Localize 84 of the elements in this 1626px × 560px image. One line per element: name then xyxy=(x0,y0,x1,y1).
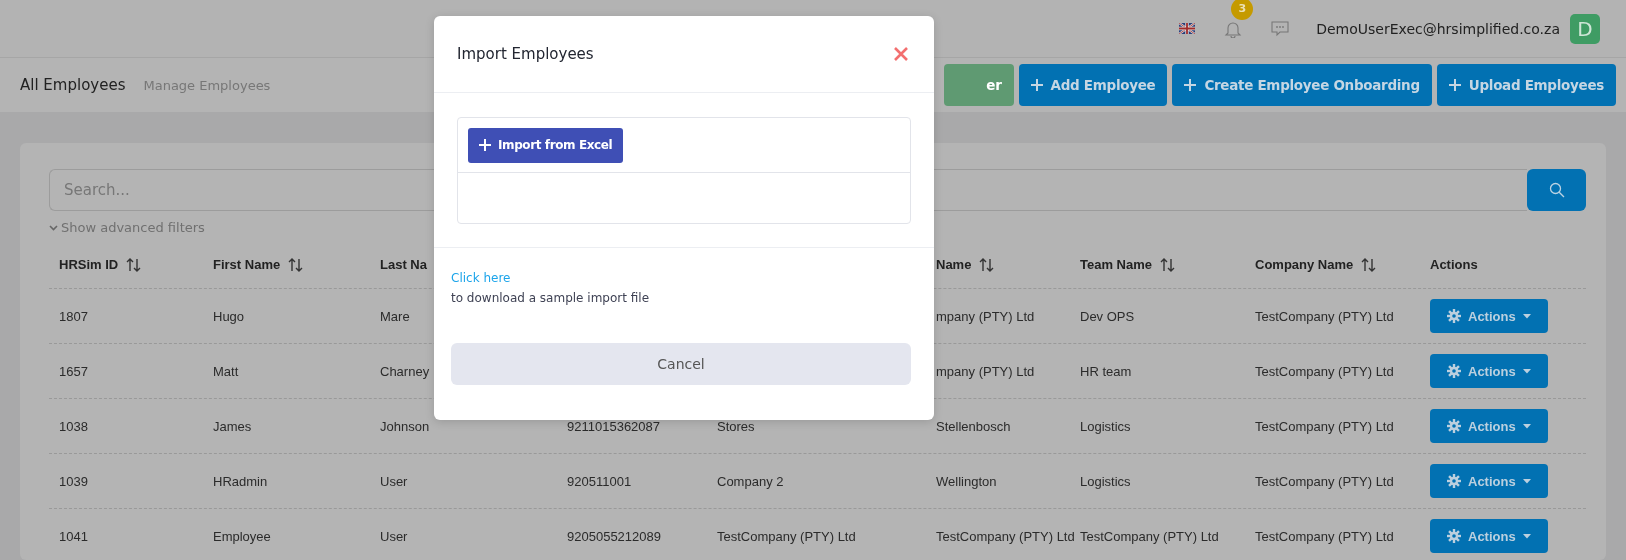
advanced-filters-link[interactable]: Show advanced filters xyxy=(49,220,205,235)
header-button[interactable]: Upload Employees xyxy=(1436,64,1616,106)
caret-icon xyxy=(1522,368,1531,374)
page-title: All Employees xyxy=(20,76,126,94)
table-cell: Charney xyxy=(380,363,430,379)
gear-icon xyxy=(1447,364,1461,378)
table-cell: 1041 xyxy=(59,528,88,544)
download-link[interactable]: Click here xyxy=(451,271,511,285)
caret-icon xyxy=(1522,423,1531,429)
table-cell: Stores xyxy=(717,418,755,434)
search-button[interactable] xyxy=(1527,169,1586,211)
actions-button[interactable]: Actions xyxy=(1430,464,1548,498)
actions-button[interactable]: Actions xyxy=(1430,299,1548,333)
table-cell: 1807 xyxy=(59,308,88,324)
column-header[interactable]: Team Name xyxy=(1080,257,1152,272)
column-header: Actions xyxy=(1430,257,1478,272)
table-cell: Johnson xyxy=(380,418,430,434)
header-button[interactable]: er xyxy=(943,64,1014,106)
flag-icon[interactable] xyxy=(1179,23,1196,34)
table-cell: 9205055212089 xyxy=(567,528,661,544)
gear-icon xyxy=(1447,419,1461,433)
header-button[interactable]: Add Employee xyxy=(1018,64,1168,106)
gear-icon xyxy=(1447,474,1461,488)
sort-icon[interactable] xyxy=(126,256,142,273)
table-cell: TestCompany (PTY) Ltd xyxy=(1255,308,1394,324)
table-cell: 1039 xyxy=(59,473,88,489)
column-header[interactable]: Name xyxy=(936,257,972,272)
table-cell: Mare xyxy=(380,308,410,324)
table-cell: Logistics xyxy=(1080,418,1131,434)
column-header[interactable]: Company Name xyxy=(1255,257,1354,272)
import-excel-button[interactable]: Import from Excel xyxy=(468,127,624,163)
column-header[interactable]: HRSim ID xyxy=(59,257,119,272)
table-cell: mpany (PTY) Ltd xyxy=(936,308,1035,324)
user-email[interactable]: DemoUserExec@hrsimplified.co.za xyxy=(1316,20,1560,37)
table-cell: 1038 xyxy=(59,418,88,434)
table-cell: Wellington xyxy=(936,473,997,489)
table-cell: HRadmin xyxy=(213,473,268,489)
table-cell: 9211015362087 xyxy=(567,418,661,434)
column-header: Last Na xyxy=(380,257,427,272)
user-avatar[interactable]: D xyxy=(1570,13,1600,44)
actions-button[interactable]: Actions xyxy=(1430,409,1548,443)
sort-icon[interactable] xyxy=(288,256,304,273)
actions-button[interactable]: Actions xyxy=(1430,519,1548,553)
table-cell: Company 2 xyxy=(717,473,784,489)
sort-icon[interactable] xyxy=(979,256,995,273)
table-cell: Employee xyxy=(213,528,271,544)
sort-icon[interactable] xyxy=(1160,256,1175,273)
table-cell: mpany (PTY) Ltd xyxy=(936,363,1035,379)
table-cell: TestCompany (PTY) Ltd xyxy=(1255,528,1394,544)
table-cell: HR team xyxy=(1080,363,1132,379)
download-note: to download a sample import file xyxy=(451,291,650,305)
table-cell: User xyxy=(380,473,408,489)
table-cell: 1657 xyxy=(59,363,88,379)
table-cell: Stellenbosch xyxy=(936,418,1011,434)
plus-icon xyxy=(479,139,491,151)
close-icon[interactable] xyxy=(894,47,908,61)
caret-icon xyxy=(1522,313,1531,319)
actions-button[interactable]: Actions xyxy=(1430,354,1548,388)
table-cell: Hugo xyxy=(213,308,245,324)
caret-icon xyxy=(1522,533,1531,539)
table-cell: TestCompany (PTY) Ltd xyxy=(1255,418,1394,434)
gear-icon xyxy=(1447,529,1461,543)
dialog-title: Import Employees xyxy=(457,45,594,63)
header-button[interactable]: Create Employee Onboarding xyxy=(1172,64,1432,106)
table-cell: Dev OPS xyxy=(1080,308,1135,324)
table-cell: TestCompany (PTY) Ltd xyxy=(936,528,1075,544)
breadcrumb-link[interactable]: Manage Employees xyxy=(143,78,271,93)
table-cell: TestCompany (PTY) Ltd xyxy=(1255,473,1394,489)
table-cell: Logistics xyxy=(1080,473,1131,489)
table-cell: TestCompany (PTY) Ltd xyxy=(1080,528,1219,544)
table-cell: James xyxy=(213,418,252,434)
sort-icon[interactable] xyxy=(1361,256,1377,273)
table-cell: TestCompany (PTY) Ltd xyxy=(1255,363,1394,379)
table-cell: 920511001 xyxy=(567,473,632,489)
table-cell: Matt xyxy=(213,363,239,379)
search-icon xyxy=(1548,182,1565,198)
caret-icon xyxy=(1522,478,1531,484)
gear-icon xyxy=(1447,309,1461,323)
cancel-button[interactable]: Cancel xyxy=(451,343,911,385)
table-cell: User xyxy=(380,528,408,544)
chevron-icon xyxy=(49,224,58,231)
table-cell: TestCompany (PTY) Ltd xyxy=(717,528,856,544)
column-header[interactable]: First Name xyxy=(213,257,281,272)
notification-badge: 3 xyxy=(1231,0,1254,20)
